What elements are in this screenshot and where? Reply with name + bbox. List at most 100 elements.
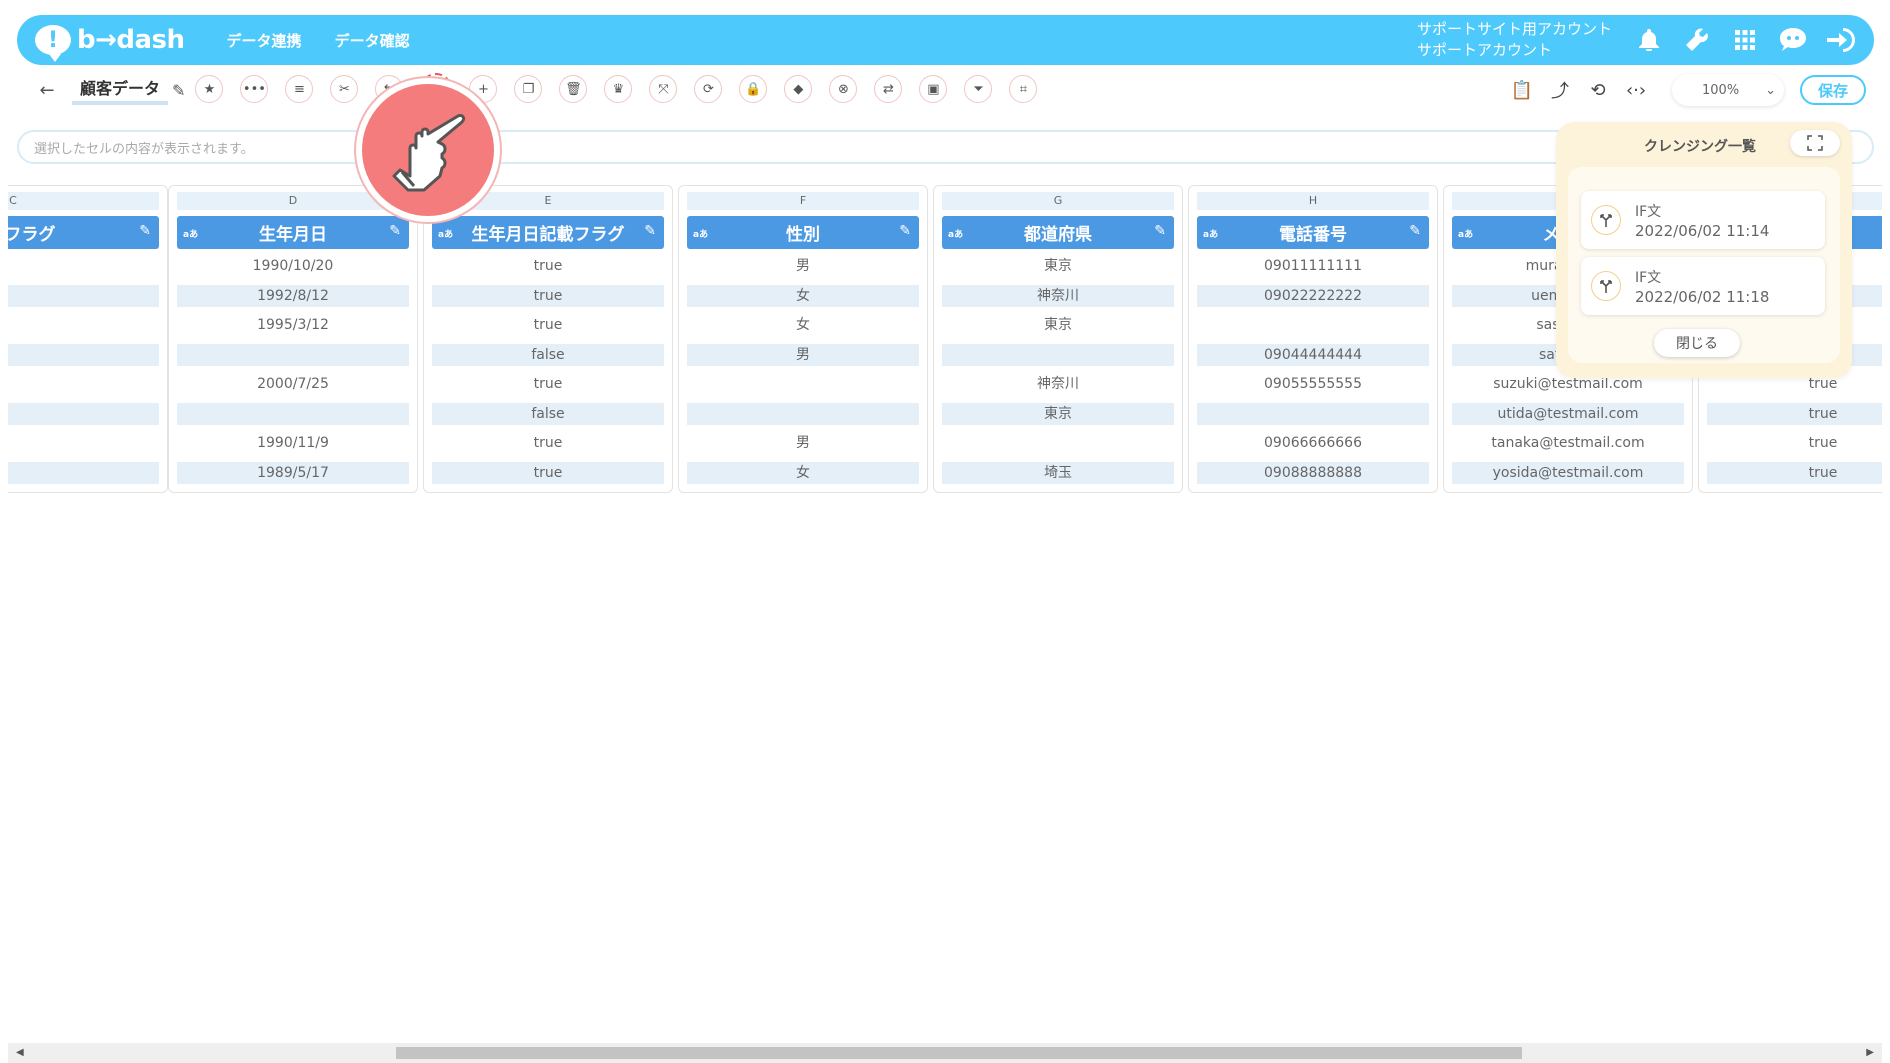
support-chat-icon[interactable]	[1778, 25, 1808, 55]
code-icon[interactable]: ‹·›	[1622, 76, 1650, 104]
table-cell[interactable]: 女	[687, 314, 919, 336]
table-cell[interactable]	[1197, 402, 1429, 425]
table-cell[interactable]: 1989/5/17	[177, 461, 409, 484]
share-icon[interactable]: ⤴	[1546, 76, 1574, 104]
box-icon[interactable]: ◆	[784, 75, 813, 103]
table-cell[interactable]: true	[8, 284, 159, 307]
account-info[interactable]: サポートサイト用アカウント サポートアカウント	[1417, 19, 1612, 61]
table-cell[interactable]: 2000/7/25	[177, 373, 409, 395]
cleansing-item[interactable]: IF文 2022/06/02 11:14	[1581, 191, 1825, 249]
table-cell[interactable]: true	[1707, 461, 1882, 484]
table-cell[interactable]	[177, 343, 409, 366]
table-cell[interactable]: utida@testmail.com	[1452, 402, 1684, 425]
scroll-left-icon[interactable]: ◀	[16, 1047, 24, 1058]
table-cell[interactable]	[942, 432, 1174, 454]
table-cell[interactable]: true	[1707, 432, 1882, 454]
star-icon[interactable]: ★	[195, 75, 224, 103]
table-cell[interactable]: true	[432, 284, 664, 307]
table-cell[interactable]: true	[432, 255, 664, 277]
table-cell[interactable]: 埼玉	[942, 461, 1174, 484]
table-cell[interactable]: 神奈川	[942, 373, 1174, 395]
scissors-icon[interactable]: ✂	[330, 75, 359, 103]
column-header[interactable]: 登録フラグ ✎	[8, 216, 159, 249]
scrollbar-thumb[interactable]	[396, 1047, 1522, 1059]
table-cell[interactable]: 東京	[942, 402, 1174, 425]
table-cell[interactable]: 1990/11/9	[177, 432, 409, 454]
table-cell[interactable]: 神奈川	[942, 284, 1174, 307]
table-cell[interactable]: 1995/3/12	[177, 314, 409, 336]
nav-data-check[interactable]: データ確認	[335, 30, 410, 51]
pencil-icon[interactable]: ✎	[172, 81, 185, 100]
table-cell[interactable]: 09055555555	[1197, 373, 1429, 395]
pencil-icon[interactable]: ✎	[899, 223, 911, 239]
square-icon[interactable]: ▣	[919, 75, 948, 103]
column-letter[interactable]: G	[942, 192, 1174, 210]
table-cell[interactable]: true	[8, 461, 159, 484]
table-cell[interactable]: true	[8, 314, 159, 336]
column-header[interactable]: aあ 生年月日 ✎	[177, 216, 409, 249]
table-cell[interactable]: false	[432, 402, 664, 425]
column-header[interactable]: aあ 生年月日記載フラグ ✎	[432, 216, 664, 249]
swap-icon[interactable]: ⇄	[874, 75, 903, 103]
wrench-icon[interactable]	[1682, 25, 1712, 55]
table-cell[interactable]	[177, 402, 409, 425]
table-cell[interactable]: true	[8, 402, 159, 425]
trash-icon[interactable]: 🗑	[559, 75, 588, 103]
expand-icon[interactable]	[1790, 130, 1840, 156]
table-cell[interactable]: 東京	[942, 314, 1174, 336]
table-cell[interactable]: 女	[687, 461, 919, 484]
table-cell[interactable]: yosida@testmail.com	[1452, 461, 1684, 484]
cleansing-item[interactable]: IF文 2022/06/02 11:18	[1581, 257, 1825, 315]
sheet-title[interactable]: 顧客データ	[72, 75, 169, 105]
table-cell[interactable]: false	[432, 343, 664, 366]
lock-icon[interactable]: 🔒	[739, 75, 768, 103]
clipboard-icon[interactable]: 📋	[1508, 76, 1536, 104]
table-cell[interactable]: 09066666666	[1197, 432, 1429, 454]
column-header[interactable]: aあ 性別 ✎	[687, 216, 919, 249]
zoom-select[interactable]: 100% ⌄	[1672, 74, 1784, 106]
repeat-icon[interactable]: ⟳	[694, 75, 723, 103]
table-cell[interactable]: 男	[687, 343, 919, 366]
filter-icon[interactable]: ⏷	[964, 75, 993, 103]
nav-data-link[interactable]: データ連携	[227, 30, 302, 51]
pencil-icon[interactable]: ✎	[644, 223, 656, 239]
history-icon[interactable]: ⟲	[1584, 76, 1612, 104]
column-header[interactable]: aあ 都道府県 ✎	[942, 216, 1174, 249]
table-cell[interactable]: true	[8, 255, 159, 277]
app-logo[interactable]: ! b→dash	[35, 25, 185, 62]
column-letter[interactable]: H	[1197, 192, 1429, 210]
table-cell[interactable]: true	[8, 373, 159, 395]
table-cell[interactable]: 09022222222	[1197, 284, 1429, 307]
table-cell[interactable]	[1197, 314, 1429, 336]
table-cell[interactable]: 男	[687, 255, 919, 277]
pencil-icon[interactable]: ✎	[1409, 223, 1421, 239]
logout-icon[interactable]	[1826, 25, 1856, 55]
table-cell[interactable]	[942, 343, 1174, 366]
table-cell[interactable]	[687, 402, 919, 425]
column-letter[interactable]: F	[687, 192, 919, 210]
table-cell[interactable]: 1992/8/12	[177, 284, 409, 307]
cancel-circle-icon[interactable]: ⊗	[829, 75, 858, 103]
table-cell[interactable]	[687, 373, 919, 395]
table-cell[interactable]: 1990/10/20	[177, 255, 409, 277]
table-cell[interactable]: true	[8, 343, 159, 366]
table-cell[interactable]: 09044444444	[1197, 343, 1429, 366]
table-cell[interactable]: true	[1707, 402, 1882, 425]
list-icon[interactable]: ≡	[285, 75, 314, 103]
save-button[interactable]: 保存	[1800, 75, 1866, 105]
table-cell[interactable]: true	[432, 461, 664, 484]
grid-settings-icon[interactable]: ⌗	[1009, 75, 1038, 103]
table-cell[interactable]: true	[432, 373, 664, 395]
table-cell[interactable]: 男	[687, 432, 919, 454]
apps-grid-icon[interactable]	[1730, 25, 1760, 55]
pencil-icon[interactable]: ✎	[389, 223, 401, 239]
table-cell[interactable]: 女	[687, 284, 919, 307]
column-letter[interactable]: C	[8, 192, 159, 210]
pencil-icon[interactable]: ✎	[139, 223, 151, 239]
table-cell[interactable]: 09088888888	[1197, 461, 1429, 484]
table-cell[interactable]: true	[432, 432, 664, 454]
scroll-right-icon[interactable]: ▶	[1866, 1047, 1874, 1058]
back-arrow-icon[interactable]: ←	[34, 77, 60, 103]
copy-icon[interactable]: ❐	[514, 75, 543, 103]
bell-icon[interactable]	[1634, 25, 1664, 55]
